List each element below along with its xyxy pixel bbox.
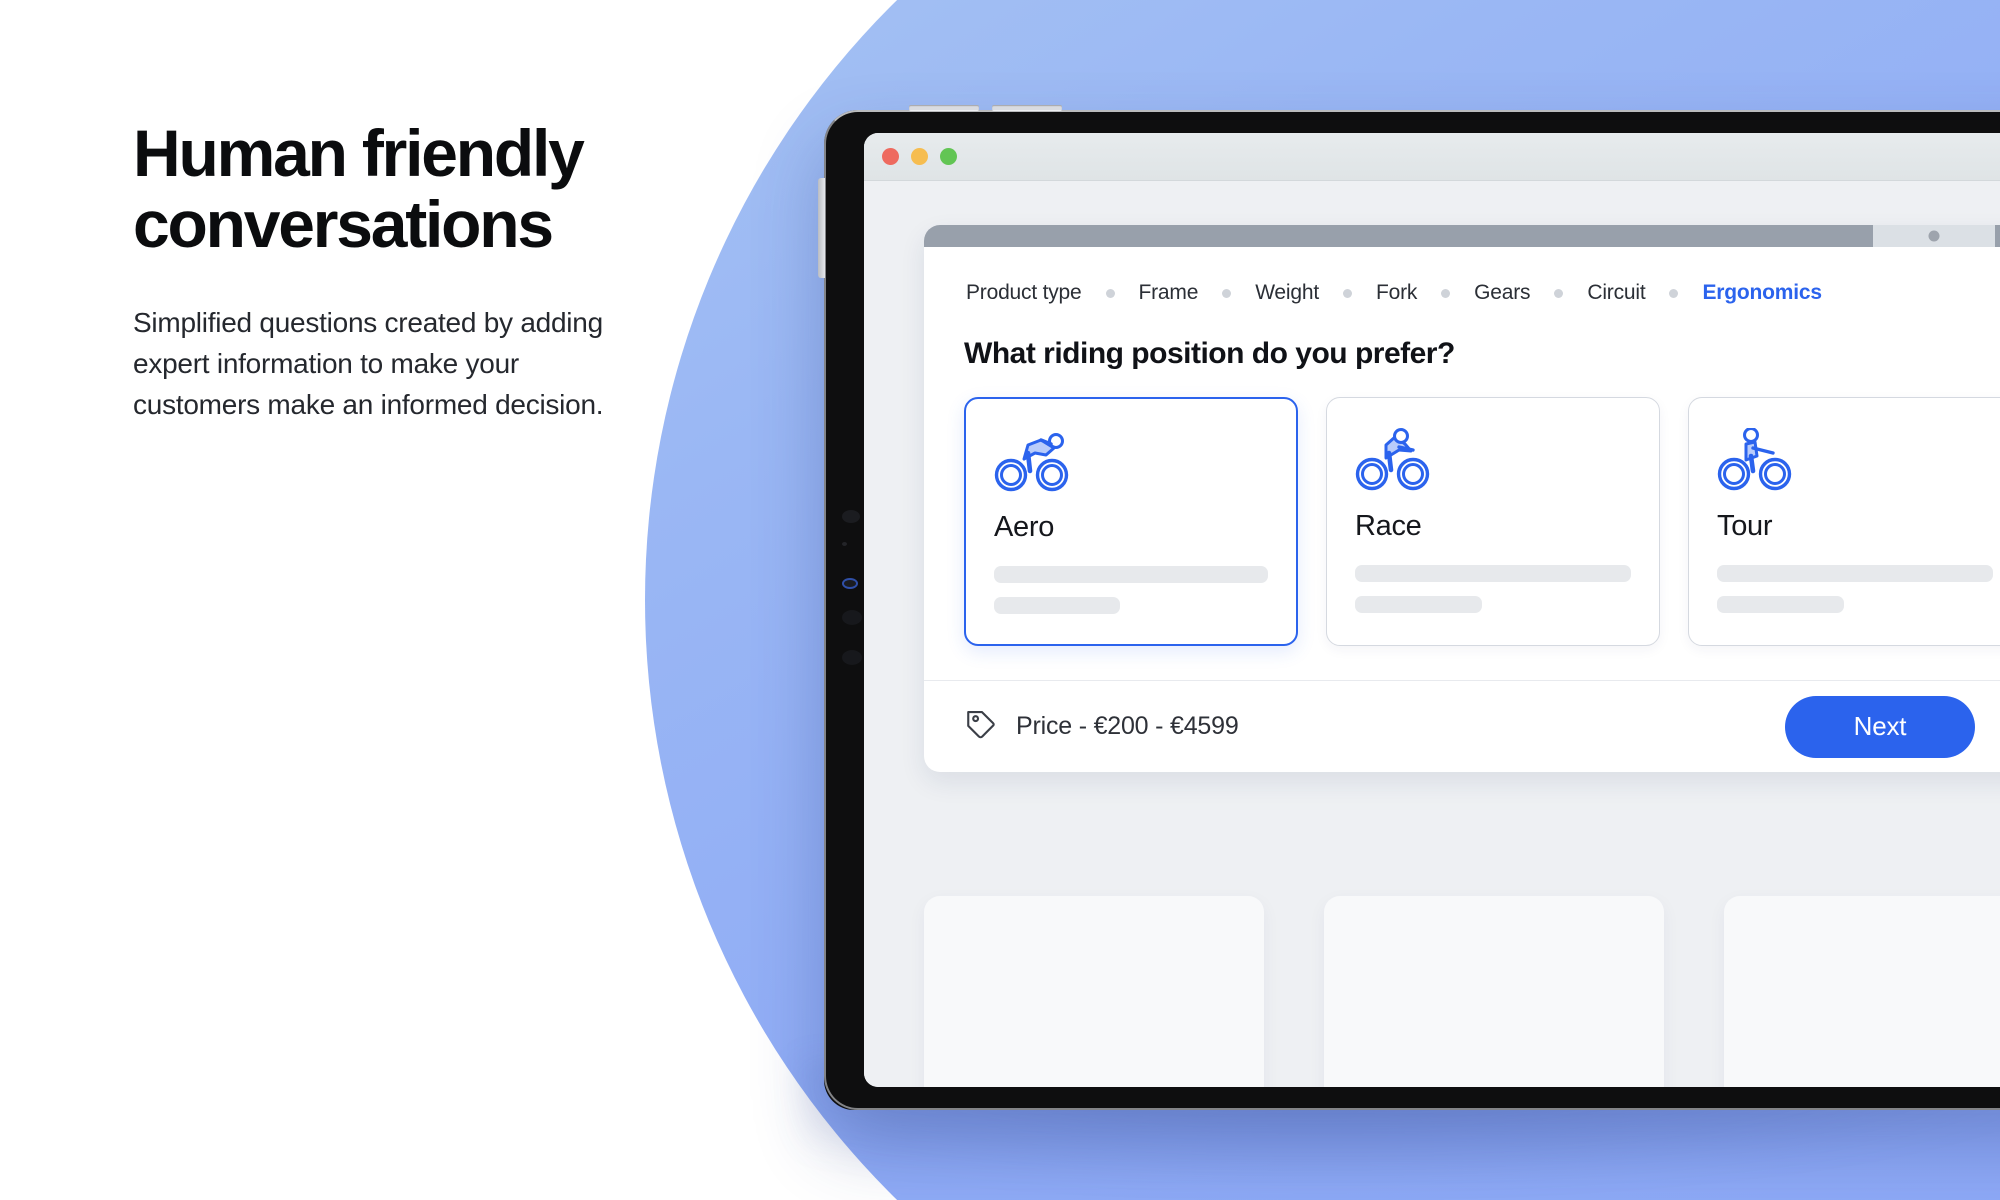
option-description-skeleton — [994, 597, 1121, 614]
option-description-skeleton — [994, 566, 1268, 583]
led-indicator-icon — [842, 542, 847, 546]
close-window-button[interactable] — [882, 148, 899, 165]
question-heading: What riding position do you prefer? — [964, 337, 1455, 370]
sidebar-item-ergonomics[interactable]: Ergonomics — [1700, 281, 1823, 305]
ambient-sensor-icon — [842, 650, 862, 665]
volume-rocker-button[interactable] — [818, 178, 825, 278]
cyclist-race-icon — [1355, 424, 1631, 498]
breadcrumb: Product type Frame Weight Fork Gears Cir… — [964, 281, 2000, 305]
placeholder-card[interactable] — [1324, 896, 1664, 1087]
proximity-sensor-icon — [842, 610, 862, 625]
sidebar-item-fork[interactable]: Fork — [1374, 281, 1419, 305]
breadcrumb-separator-dot — [1441, 288, 1451, 298]
option-description-skeleton — [1717, 596, 1844, 613]
breadcrumb-separator-dot — [1342, 288, 1352, 298]
sidebar-item-product-type[interactable]: Product type — [964, 281, 1084, 305]
maximize-window-button[interactable] — [940, 148, 957, 165]
option-label-race: Race — [1355, 510, 1422, 542]
option-label-aero: Aero — [994, 511, 1055, 543]
sidebar-item-weight[interactable]: Weight — [1253, 281, 1321, 305]
breadcrumb-separator-dot — [1105, 288, 1115, 298]
quiz-footer: Price - €200 - €4599 Next — [924, 680, 2000, 772]
browser-viewport: Product type Frame Weight Fork Gears Cir… — [864, 181, 2000, 1087]
option-description-skeleton — [1355, 596, 1482, 613]
option-card-tour[interactable]: Tour — [1688, 397, 2000, 646]
sidebar-item-gears[interactable]: Gears — [1472, 281, 1532, 305]
camera-sensor-icon — [842, 510, 860, 523]
hero-copy: Human friendly conversations Simplified … — [133, 118, 773, 426]
option-description-skeleton — [1717, 565, 1993, 582]
sidebar-item-frame[interactable]: Frame — [1137, 281, 1201, 305]
sidebar-item-circuit[interactable]: Circuit — [1585, 281, 1647, 305]
browser-titlebar — [864, 133, 2000, 181]
quiz-panel: Product type Frame Weight Fork Gears Cir… — [924, 225, 2000, 772]
front-camera-icon — [842, 578, 858, 589]
cyclist-tour-icon — [1717, 424, 1993, 498]
speaker-slot — [909, 105, 979, 111]
tab-strip-handle[interactable] — [1873, 225, 1995, 247]
option-card-aero[interactable]: Aero — [964, 397, 1298, 646]
page-title: Human friendly conversations — [133, 116, 585, 261]
placeholder-card-row — [924, 896, 2000, 1087]
option-card-list: Aero Race Tour — [964, 397, 2000, 680]
price-tag-icon — [964, 707, 998, 746]
option-description-skeleton — [1355, 565, 1631, 582]
breadcrumb-separator-dot — [1222, 288, 1232, 298]
option-label-tour: Tour — [1717, 510, 1773, 542]
price-label: Price - €200 - €4599 — [1016, 712, 1239, 740]
next-button[interactable]: Next — [1785, 695, 1975, 758]
quiz-panel-body: Product type Frame Weight Fork Gears Cir… — [924, 247, 2000, 680]
hero-subcopy: Simplified questions created by adding e… — [133, 307, 604, 420]
tablet-device: Product type Frame Weight Fork Gears Cir… — [818, 105, 2000, 1110]
minimize-window-button[interactable] — [911, 148, 928, 165]
placeholder-card[interactable] — [924, 896, 1264, 1087]
price-summary: Price - €200 - €4599 — [964, 707, 1239, 746]
option-card-race[interactable]: Race — [1326, 397, 1660, 646]
panel-tab-strip — [924, 225, 2000, 247]
page-root: Human friendly conversations Simplified … — [0, 0, 2000, 1200]
breadcrumb-separator-dot — [1669, 288, 1679, 298]
speaker-slot — [992, 105, 1062, 111]
placeholder-card[interactable] — [1724, 896, 2000, 1087]
cyclist-aero-icon — [994, 425, 1268, 499]
browser-window: Product type Frame Weight Fork Gears Cir… — [864, 133, 2000, 1087]
breadcrumb-separator-dot — [1554, 288, 1564, 298]
